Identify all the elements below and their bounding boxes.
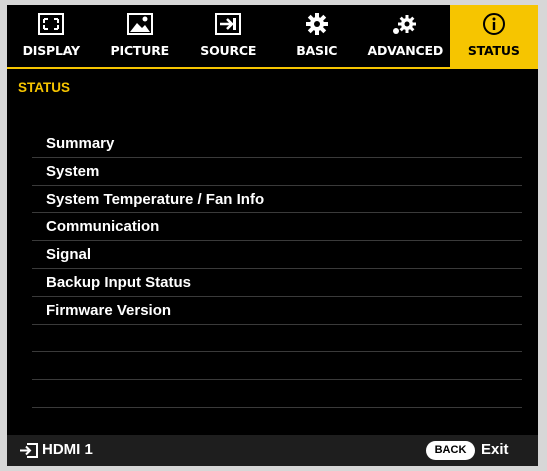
input-source-icon <box>19 443 39 462</box>
tab-display[interactable]: DISPLAY <box>7 5 96 67</box>
display-icon <box>7 11 96 37</box>
status-menu-list: Summary System System Temperature / Fan … <box>32 130 522 436</box>
empty-row <box>32 380 522 408</box>
tab-display-label: DISPLAY <box>22 43 80 58</box>
menu-item-communication[interactable]: Communication <box>32 213 522 242</box>
section-title: STATUS <box>18 80 70 95</box>
tab-advanced[interactable]: ADVANCED <box>361 5 450 67</box>
empty-row <box>32 408 522 436</box>
advanced-gear-icon <box>361 11 450 37</box>
menu-item-backup-input[interactable]: Backup Input Status <box>32 269 522 297</box>
tab-source[interactable]: SOURCE <box>184 5 273 67</box>
tab-status[interactable]: STATUS <box>449 5 539 67</box>
empty-row <box>32 352 522 381</box>
projector-osd-menu: DISPLAY PICTURE SOURCE BASIC ADVANCED ST… <box>7 5 538 466</box>
menu-item-summary[interactable]: Summary <box>32 130 522 158</box>
tab-separator <box>7 67 538 69</box>
tab-picture-label: PICTURE <box>110 43 170 58</box>
tab-basic-label: BASIC <box>296 43 338 58</box>
empty-row <box>32 325 522 353</box>
menu-item-signal[interactable]: Signal <box>32 241 522 269</box>
tab-picture[interactable]: PICTURE <box>96 5 185 67</box>
menu-item-system[interactable]: System <box>32 158 522 186</box>
picture-icon <box>96 11 185 37</box>
menu-item-temperature-fan[interactable]: System Temperature / Fan Info <box>32 186 522 214</box>
gear-icon <box>273 11 362 37</box>
back-button[interactable]: BACK <box>426 441 475 460</box>
tab-advanced-label: ADVANCED <box>367 43 444 58</box>
tab-basic[interactable]: BASIC <box>273 5 362 67</box>
info-icon <box>450 11 539 37</box>
footer-bar: HDMI 1 BACK Exit <box>7 435 538 466</box>
menu-tab-bar: DISPLAY PICTURE SOURCE BASIC ADVANCED ST… <box>7 5 538 67</box>
input-source-label: HDMI 1 <box>42 441 93 458</box>
menu-item-firmware[interactable]: Firmware Version <box>32 297 522 325</box>
source-icon <box>184 11 273 37</box>
tab-status-label: STATUS <box>467 43 520 58</box>
tab-source-label: SOURCE <box>200 43 257 58</box>
exit-label: Exit <box>481 441 509 458</box>
